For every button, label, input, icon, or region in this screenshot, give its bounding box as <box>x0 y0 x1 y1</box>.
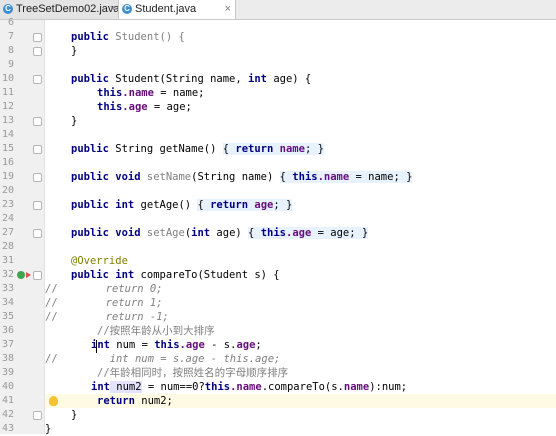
tab-label: TreeSetDemo02.java <box>16 3 120 15</box>
line-number: 20 <box>1 185 14 196</box>
code-line: public String getName() { return name; } <box>71 143 324 155</box>
line-number: 33 <box>1 283 14 294</box>
line-number: 34 <box>1 297 14 308</box>
line-number: 7 <box>7 31 14 42</box>
line-number: 19 <box>1 171 14 182</box>
line-number: 16 <box>1 157 14 168</box>
code-line: public Student(String name, int age) { <box>71 73 312 85</box>
code-line: public Student() { <box>71 31 185 43</box>
fold-marker-icon[interactable] <box>33 47 42 56</box>
code-line: } <box>71 45 78 57</box>
tab-student[interactable]: C Student.java × <box>118 0 236 19</box>
code-line: } <box>71 409 78 421</box>
line-number: 24 <box>1 213 14 224</box>
code-line: @Override <box>71 255 128 267</box>
code-line: //int num = s.age - this.age; <box>45 353 281 365</box>
line-number: 36 <box>1 325 14 336</box>
fold-marker-icon[interactable] <box>33 411 42 420</box>
line-number: 37 <box>1 339 14 350</box>
tab-treesetdemo02[interactable]: C TreeSetDemo02.java × <box>0 0 121 19</box>
implements-arrow-icon <box>26 272 31 278</box>
lightbulb-icon[interactable] <box>49 396 58 406</box>
line-number: 12 <box>1 101 14 112</box>
code-line: public int getAge() { return age; } <box>71 199 293 211</box>
editor-tab-bar: C TreeSetDemo02.java × C Student.java × <box>0 0 556 20</box>
override-icon[interactable] <box>17 271 25 279</box>
code-line: } <box>71 115 78 127</box>
fold-marker-icon[interactable] <box>33 145 42 154</box>
fold-marker-icon[interactable] <box>33 173 42 182</box>
fold-marker-icon[interactable] <box>33 229 42 238</box>
line-number: 27 <box>1 227 14 238</box>
fold-marker-icon[interactable] <box>33 75 42 84</box>
fold-marker-icon[interactable] <box>33 201 42 210</box>
line-number: 28 <box>1 241 14 252</box>
line-number: 10 <box>1 73 14 84</box>
line-number: 41 <box>1 395 14 406</box>
line-number: 13 <box>1 115 14 126</box>
code-editor[interactable]: public Student() { } public Student(Stri… <box>45 20 556 435</box>
line-number: 9 <box>7 59 14 70</box>
line-number: 40 <box>1 381 14 392</box>
line-number: 32 <box>1 269 14 280</box>
code-line: //按照年龄从小到大排序 <box>97 325 215 337</box>
code-line: public int compareTo(Student s) { <box>71 269 280 281</box>
code-line: public void setAge(int age) { this.age =… <box>71 227 369 239</box>
close-icon[interactable]: × <box>110 0 116 19</box>
code-line: public void setName(String name) { this.… <box>71 171 413 183</box>
line-number: 6 <box>7 17 14 28</box>
code-line: int num = this.age - s.age; <box>91 339 262 351</box>
code-line: //return 1; <box>45 297 163 309</box>
java-class-icon: C <box>3 4 13 14</box>
line-number: 14 <box>1 129 14 140</box>
line-number: 8 <box>7 45 14 56</box>
line-number: 35 <box>1 311 14 322</box>
fold-marker-icon[interactable] <box>33 117 42 126</box>
code-line: //return -1; <box>45 311 169 323</box>
code-line: int num2 = num==0?this.name.compareTo(s.… <box>91 381 408 393</box>
code-line: //年龄相同时，按照姓名的字母顺序排序 <box>97 367 289 379</box>
code-line: this.name = name; <box>97 87 205 99</box>
code-line: return num2; <box>97 395 173 407</box>
line-number-gutter[interactable]: 6 7 8 9 10 11 12 13 14 15 16 19 20 23 24… <box>0 17 45 434</box>
code-line: this.age = age; <box>97 101 192 113</box>
line-number: 11 <box>1 87 14 98</box>
line-number: 39 <box>1 367 14 378</box>
java-class-icon: C <box>122 4 132 14</box>
fold-marker-icon[interactable] <box>33 33 42 42</box>
close-icon[interactable]: × <box>225 0 231 19</box>
tab-label: Student.java <box>135 3 197 15</box>
line-number: 42 <box>1 409 14 420</box>
line-number: 31 <box>1 255 14 266</box>
line-number: 23 <box>1 199 14 210</box>
line-number: 38 <box>1 353 14 364</box>
code-line: //return 0; <box>45 283 163 295</box>
fold-marker-icon[interactable] <box>33 271 42 280</box>
line-number: 15 <box>1 143 14 154</box>
